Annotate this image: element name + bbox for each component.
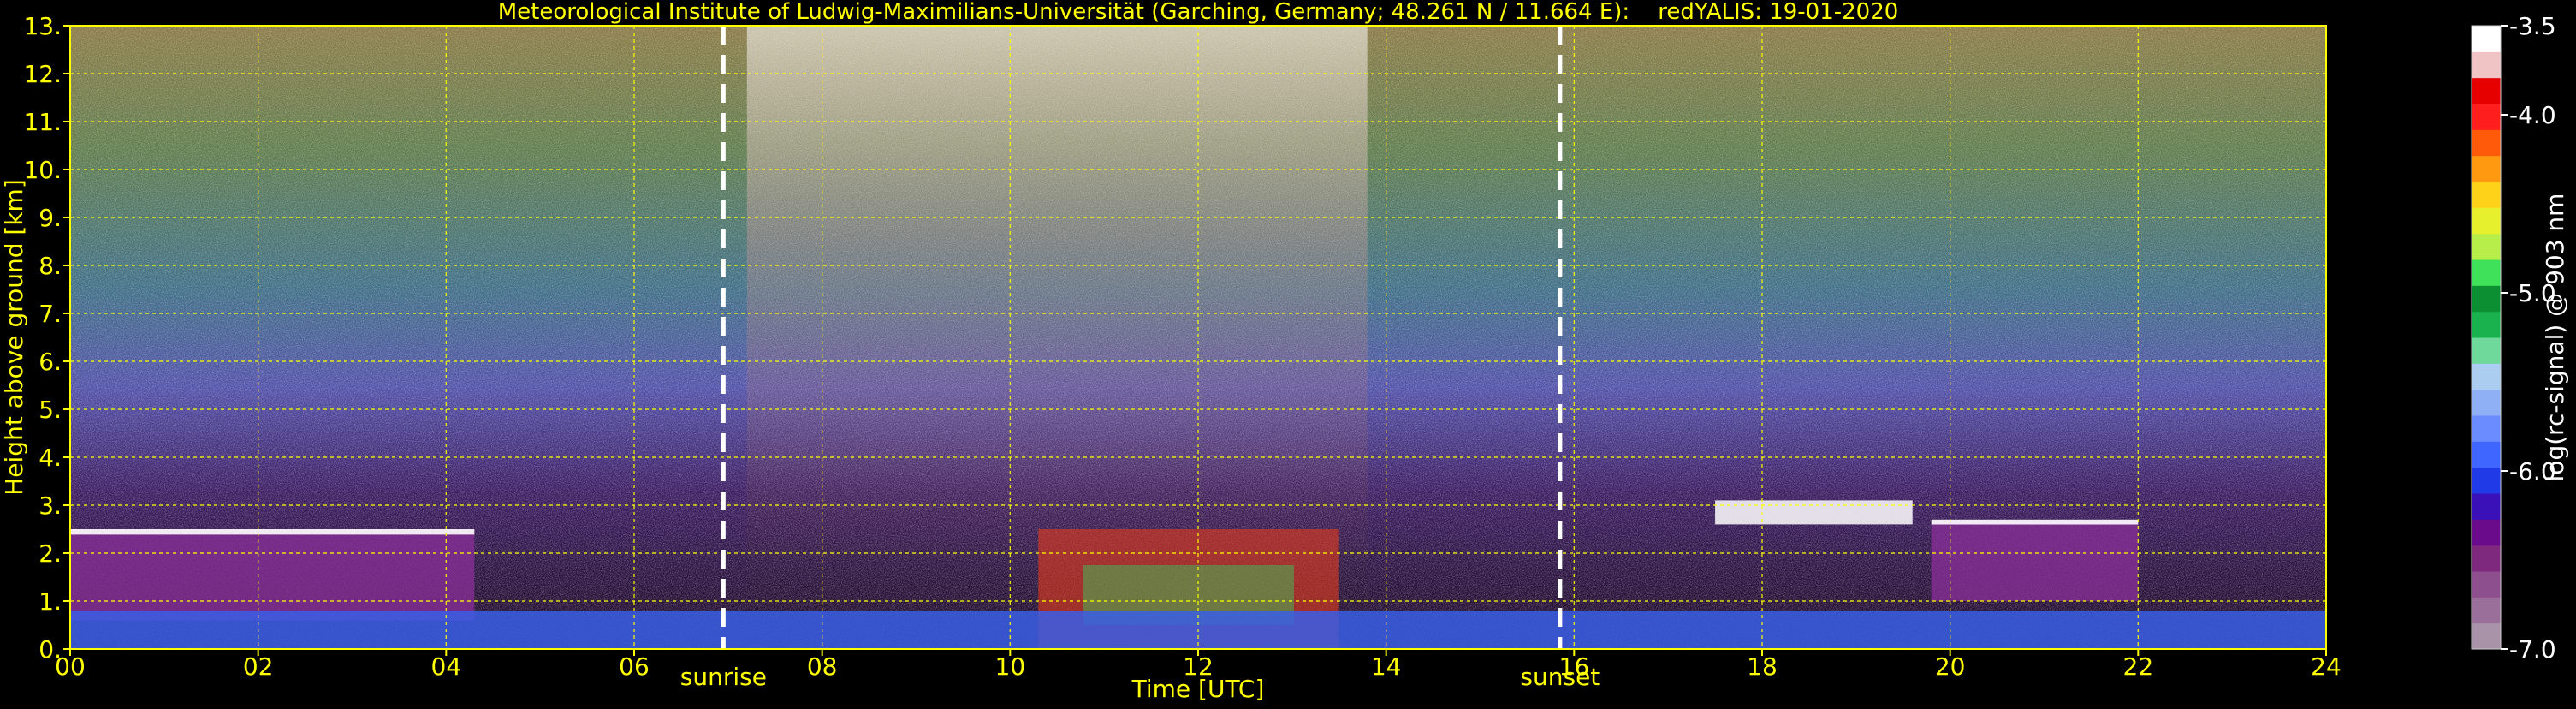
colorbar-swatch bbox=[2472, 129, 2501, 157]
cloud-top-edge bbox=[70, 529, 475, 535]
y-tick-label: 6. bbox=[39, 348, 62, 376]
colorbar-swatch bbox=[2472, 233, 2501, 260]
colorbar-swatch bbox=[2472, 26, 2501, 52]
y-tick-label: 12. bbox=[23, 60, 62, 88]
colorbar-swatch bbox=[2472, 545, 2501, 572]
x-tick-label: 24 bbox=[2311, 652, 2342, 681]
colorbar-swatch bbox=[2472, 441, 2501, 468]
y-tick-label: 2. bbox=[39, 539, 62, 568]
colorbar-swatch bbox=[2472, 623, 2501, 650]
colorbar-swatch bbox=[2472, 389, 2501, 416]
x-tick-label: 10 bbox=[995, 652, 1026, 681]
colorbar-swatch bbox=[2472, 493, 2501, 520]
x-tick-label: 18 bbox=[1747, 652, 1778, 681]
lidar-chart: sunrise sunset 00 02 04 06 08 10 12 14 16 18 20 22 24… bbox=[0, 0, 2576, 706]
x-tick-label: 02 bbox=[243, 652, 274, 681]
colorbar-swatch bbox=[2472, 571, 2501, 598]
x-tick-label: 22 bbox=[2123, 652, 2154, 681]
x-tick-label: 14 bbox=[1371, 652, 1402, 681]
feature-cloud-layer bbox=[70, 529, 475, 621]
y-tick-label: 11. bbox=[23, 108, 62, 136]
lidar-svg: sunrise sunset 00 02 04 06 08 10 12 14 16 18 20 22 24… bbox=[0, 0, 2569, 703]
colorbar-swatch bbox=[2472, 155, 2501, 182]
y-tick-label: 0. bbox=[39, 635, 62, 664]
y-tick-label: 4. bbox=[39, 444, 62, 472]
annotation-label: sunrise bbox=[680, 663, 767, 691]
colorbar-swatch bbox=[2472, 285, 2501, 313]
feature-cloud-layer bbox=[1931, 519, 2139, 601]
y-tick-label: 8. bbox=[39, 252, 62, 280]
x-tick-label: 20 bbox=[1935, 652, 1966, 681]
x-tick-label: 16 bbox=[1559, 652, 1590, 681]
colorbar-tick-label: -7.0 bbox=[2509, 635, 2556, 664]
y-tick-label: 13. bbox=[23, 12, 62, 40]
y-tick-label: 1. bbox=[39, 587, 62, 616]
y-tick-label: 10. bbox=[23, 156, 62, 184]
y-axis-label: Height above ground [km] bbox=[0, 179, 28, 496]
y-tick-label: 9. bbox=[39, 204, 62, 232]
x-tick-label: 04 bbox=[431, 652, 462, 681]
colorbar-swatch bbox=[2472, 597, 2501, 624]
x-tick-label: 06 bbox=[619, 652, 650, 681]
y-tick-label: 3. bbox=[39, 492, 62, 520]
colorbar-swatch bbox=[2472, 467, 2501, 494]
colorbar-swatch bbox=[2472, 182, 2501, 208]
colorbar-swatch bbox=[2472, 311, 2501, 338]
colorbar-swatch bbox=[2472, 259, 2501, 286]
colorbar-swatch bbox=[2472, 104, 2501, 130]
colorbar-swatch bbox=[2472, 519, 2501, 546]
colorbar-swatch bbox=[2472, 51, 2501, 79]
y-tick-label: 7. bbox=[39, 300, 62, 328]
chart-title: Meteorological Institute of Ludwig-Maxim… bbox=[498, 0, 1899, 25]
x-tick-label: 08 bbox=[807, 652, 838, 681]
cloud-top-edge bbox=[1931, 519, 2139, 525]
y-tick-label: 5. bbox=[39, 396, 62, 424]
feature-cloud-fragment bbox=[1715, 500, 1913, 525]
colorbar-label: log(rc-signal) @ 903 nm bbox=[2541, 194, 2569, 482]
colorbar-swatch bbox=[2472, 337, 2501, 364]
x-axis-label: Time [UTC] bbox=[1131, 675, 1265, 703]
colorbar-tick-label: -4.0 bbox=[2509, 101, 2556, 129]
colorbar-swatch bbox=[2472, 415, 2501, 442]
colorbar-tick-label: -3.5 bbox=[2509, 12, 2556, 40]
colorbar-swatch bbox=[2472, 363, 2501, 390]
colorbar-swatch bbox=[2472, 77, 2501, 104]
colorbar-swatch bbox=[2472, 207, 2501, 235]
